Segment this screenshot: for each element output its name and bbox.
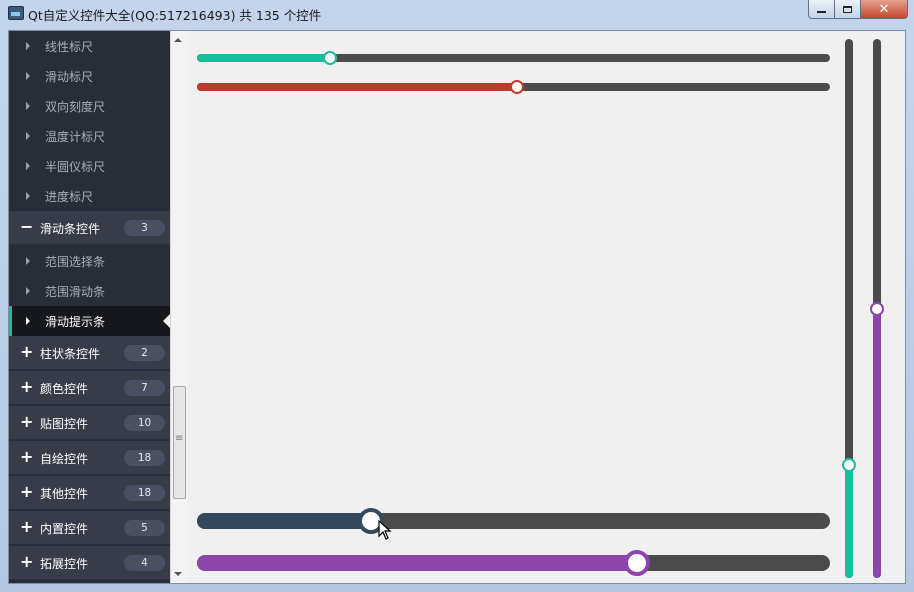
expand-triangle-icon: [26, 317, 30, 325]
close-button[interactable]: ✕: [861, 0, 908, 19]
expand-toggle-icon: +: [20, 482, 34, 501]
nav-item-child[interactable]: 滑动提示条: [9, 306, 170, 336]
minimize-icon: [817, 11, 826, 13]
close-icon: ✕: [878, 1, 890, 17]
nav-item-child[interactable]: 双向刻度尺: [9, 91, 170, 121]
expand-triangle-icon: [26, 162, 30, 170]
nav-group-label: 贴图控件: [40, 417, 89, 431]
nav-group-label: 滑动条控件: [40, 222, 101, 236]
scroll-grip-icon: ≡: [175, 433, 184, 444]
nav-group[interactable]: + 拓展控件 4: [9, 546, 170, 580]
nav-item-label: 范围滑动条: [45, 285, 106, 299]
vslider-teal-handle[interactable]: [842, 457, 856, 472]
slider-red-handle[interactable]: [509, 80, 524, 94]
count-badge: 3: [124, 220, 165, 236]
count-badge: 18: [124, 450, 165, 466]
nav-item-label: 进度标尺: [45, 190, 94, 204]
nav-group-label: 颜色控件: [40, 382, 89, 396]
vslider-teal-fill: [845, 464, 853, 578]
nav-item-label: 滑动提示条: [45, 315, 106, 329]
nav-group[interactable]: + 柱状条控件 2: [9, 336, 170, 370]
nav-group-label: 内置控件: [40, 522, 89, 536]
slider-red-thin[interactable]: [197, 80, 830, 94]
slider-teal-fill: [197, 54, 330, 62]
nav-item-label: 温度计标尺: [45, 130, 106, 144]
count-badge: 10: [124, 415, 165, 431]
nav-item-label: 双向刻度尺: [45, 100, 106, 114]
nav-item-label: 滑动标尺: [45, 70, 94, 84]
app-window: Qt自定义控件大全(QQ:517216493) 共 135 个控件 ✕ 线性标尺…: [0, 0, 914, 592]
maximize-button[interactable]: [835, 0, 861, 19]
window-controls: ✕: [808, 0, 908, 19]
scroll-up-arrow-icon[interactable]: [174, 38, 182, 42]
selection-arrow-icon: [163, 314, 170, 328]
slider-red-fill: [197, 83, 517, 91]
slider-purple-handle[interactable]: [623, 550, 650, 576]
expand-toggle-icon: +: [20, 377, 34, 396]
nav-group-label: 其他控件: [40, 487, 89, 501]
expand-triangle-icon: [26, 287, 30, 295]
active-indicator: [9, 306, 12, 336]
count-badge: 2: [124, 345, 165, 361]
nav-item-child[interactable]: 温度计标尺: [9, 121, 170, 151]
vslider-purple-handle[interactable]: [870, 301, 884, 316]
app-icon: [8, 6, 24, 20]
nav-tree: 线性标尺 滑动标尺 双向刻度尺 温度计标尺 半圆仪标尺 进度标尺 − 滑动条控件 3 范围选择条范…: [9, 31, 170, 583]
expand-toggle-icon: −: [20, 217, 34, 236]
client-area: 线性标尺 滑动标尺 双向刻度尺 温度计标尺 半圆仪标尺 进度标尺 − 滑动条控件 3 范围选择条范…: [8, 30, 906, 584]
window-title: Qt自定义控件大全(QQ:517216493) 共 135 个控件: [28, 8, 322, 23]
nav-group[interactable]: + 自绘控件 18: [9, 441, 170, 475]
slider-purple-fill: [197, 555, 637, 571]
count-badge: 18: [124, 485, 165, 501]
slider-teal-handle[interactable]: [322, 51, 337, 65]
nav-item-child[interactable]: 范围滑动条: [9, 276, 170, 306]
nav-item-label: 线性标尺: [45, 40, 94, 54]
nav-group[interactable]: + 其他控件 18: [9, 476, 170, 510]
nav-group-label: 柱状条控件: [40, 347, 101, 361]
expand-triangle-icon: [26, 192, 30, 200]
slider-teal-thin[interactable]: [197, 51, 830, 65]
expand-toggle-icon: +: [20, 552, 34, 571]
count-badge: 7: [124, 380, 165, 396]
nav-group[interactable]: + 颜色控件 7: [9, 371, 170, 405]
scroll-thumb[interactable]: ≡: [173, 386, 186, 499]
nav-group[interactable]: + 内置控件 5: [9, 511, 170, 545]
nav-item-child[interactable]: 进度标尺: [9, 181, 170, 211]
expand-toggle-icon: +: [20, 342, 34, 361]
expand-toggle-icon: +: [20, 517, 34, 536]
nav-item-label: 范围选择条: [45, 255, 106, 269]
nav-item-child[interactable]: 半圆仪标尺: [9, 151, 170, 181]
nav-item-child[interactable]: 滑动标尺: [9, 61, 170, 91]
expand-toggle-icon: +: [20, 447, 34, 466]
slider-purple-thick[interactable]: [197, 550, 830, 576]
nav-item-label: 半圆仪标尺: [45, 160, 106, 174]
minimize-button[interactable]: [808, 0, 835, 19]
slider-dark-thick[interactable]: [197, 508, 830, 534]
expand-triangle-icon: [26, 42, 30, 50]
nav-group[interactable]: − 滑动条控件 3: [9, 211, 170, 245]
slider-dark-fill: [197, 513, 372, 529]
expand-triangle-icon: [26, 132, 30, 140]
title-bar[interactable]: Qt自定义控件大全(QQ:517216493) 共 135 个控件 ✕: [0, 0, 914, 26]
maximize-icon: [843, 5, 852, 13]
expand-triangle-icon: [26, 102, 30, 110]
vslider-purple[interactable]: [870, 39, 884, 578]
expand-triangle-icon: [26, 257, 30, 265]
expand-triangle-icon: [26, 72, 30, 80]
count-badge: 4: [124, 555, 165, 571]
nav-group[interactable]: + 贴图控件 10: [9, 406, 170, 440]
nav-group-label: 拓展控件: [40, 557, 89, 571]
nav-item-child[interactable]: 线性标尺: [9, 31, 170, 61]
scroll-down-arrow-icon[interactable]: [174, 572, 182, 576]
vslider-teal[interactable]: [842, 39, 856, 578]
nav-scrollbar[interactable]: ≡: [170, 31, 187, 583]
nav-group-label: 自绘控件: [40, 452, 89, 466]
count-badge: 5: [124, 520, 165, 536]
vslider-purple-fill: [873, 308, 881, 578]
nav-item-child[interactable]: 范围选择条: [9, 246, 170, 276]
mouse-cursor-icon: [378, 520, 392, 540]
expand-toggle-icon: +: [20, 412, 34, 431]
